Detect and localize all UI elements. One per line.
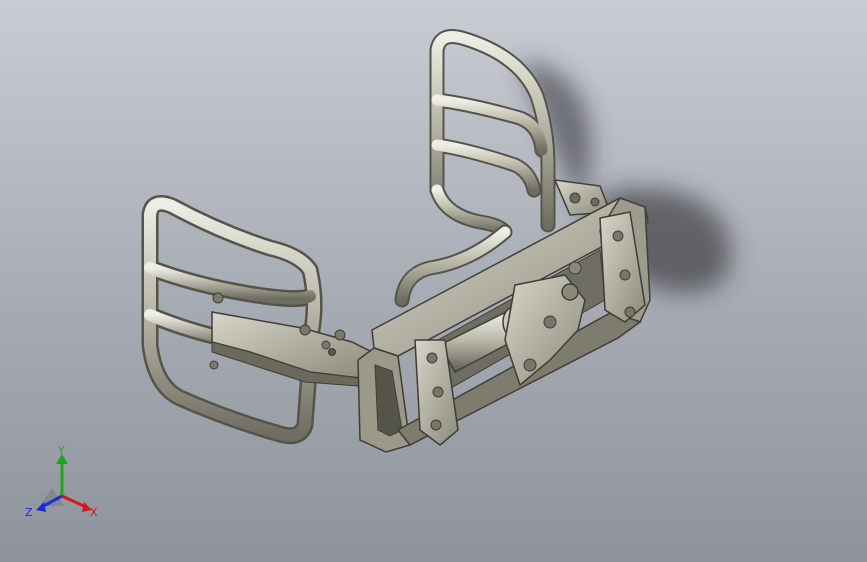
cad-viewport[interactable]: Y X Z [0,0,867,562]
x-axis-label: X [90,506,98,519]
coordinate-triad: Y X Z [22,444,112,528]
z-axis-label: Z [25,506,33,519]
left-arm-plate [209,292,373,387]
model-render[interactable] [0,0,867,562]
y-axis-label: Y [57,444,65,457]
